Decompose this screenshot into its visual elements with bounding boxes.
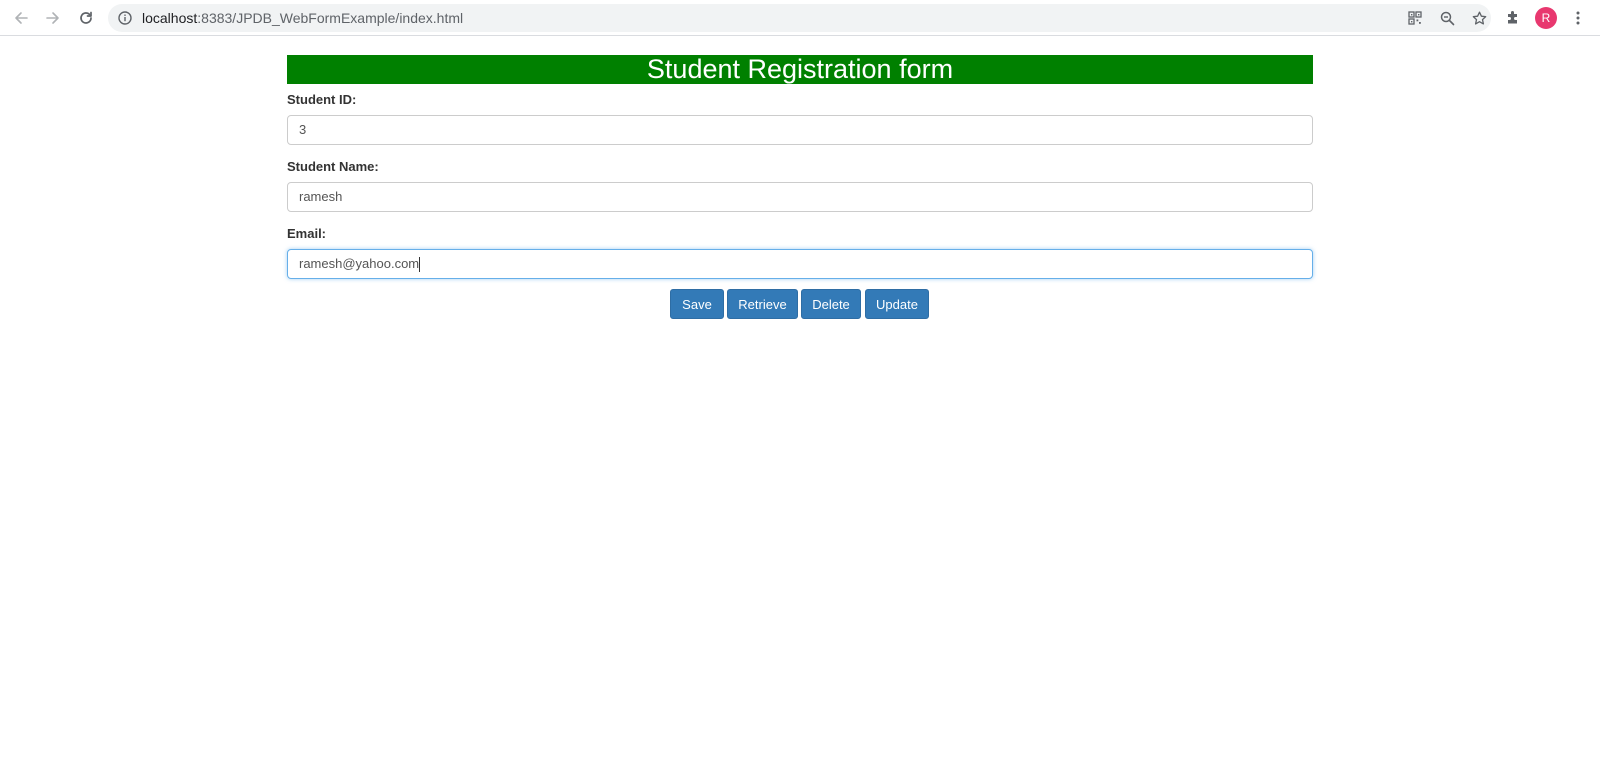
update-button[interactable]: Update <box>865 289 929 319</box>
info-icon[interactable] <box>118 11 132 30</box>
email-label: Email: <box>287 226 327 241</box>
save-button[interactable]: Save <box>670 289 724 319</box>
profile-avatar[interactable]: R <box>1535 7 1557 29</box>
student-id-label: Student ID: <box>287 92 357 107</box>
back-button[interactable] <box>8 5 34 31</box>
form-title: Student Registration form <box>287 55 1313 84</box>
email-group: Email: ramesh@yahoo.com <box>287 226 1313 279</box>
reload-icon <box>80 11 92 24</box>
arrow-left-icon <box>15 12 28 24</box>
forward-button[interactable] <box>40 5 66 31</box>
registration-form: Student Registration form Student ID: 3 … <box>287 55 1313 279</box>
text-caret <box>419 257 421 273</box>
retrieve-button[interactable]: Retrieve <box>727 289 798 319</box>
student-name-label: Student Name: <box>287 159 379 174</box>
arrow-right-icon <box>46 12 59 24</box>
qr-code-icon[interactable] <box>1407 10 1423 26</box>
zoom-out-icon[interactable] <box>1439 10 1455 26</box>
student-id-value: 3 <box>299 122 307 137</box>
profile-initial: R <box>1541 11 1551 25</box>
url-host: localhost <box>142 10 198 26</box>
address-bar[interactable]: localhost:8383/JPDB_WebFormExample/index… <box>108 4 1491 32</box>
email-input[interactable]: ramesh@yahoo.com <box>287 249 1313 279</box>
more-vert-icon[interactable] <box>1569 9 1587 27</box>
student-id-input[interactable]: 3 <box>287 115 1313 145</box>
delete-button[interactable]: Delete <box>801 289 861 319</box>
url-text[interactable]: localhost:8383/JPDB_WebFormExample/index… <box>142 10 463 26</box>
star-icon[interactable] <box>1471 10 1487 26</box>
reload-button[interactable] <box>73 5 99 31</box>
student-id-group: Student ID: 3 <box>287 92 1313 145</box>
email-value: ramesh@yahoo.com <box>299 256 420 271</box>
student-name-value: ramesh <box>299 189 343 204</box>
url-path: :8383/JPDB_WebFormExample/index.html <box>197 10 464 26</box>
student-name-input[interactable]: ramesh <box>287 182 1313 212</box>
browser-toolbar: localhost:8383/JPDB_WebFormExample/index… <box>0 0 1600 36</box>
student-name-group: Student Name: ramesh <box>287 159 1313 212</box>
puzzle-icon[interactable] <box>1504 9 1522 27</box>
